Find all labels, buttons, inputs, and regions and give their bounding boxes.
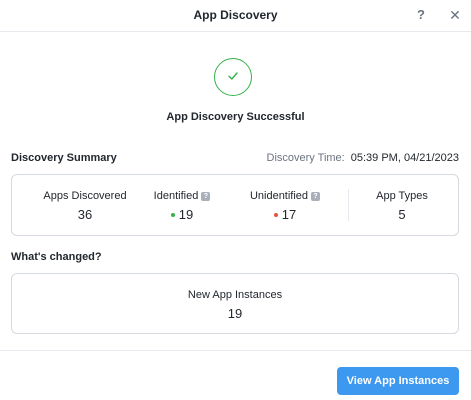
stat-label: App Types xyxy=(376,190,428,202)
close-icon[interactable]: ✕ xyxy=(446,6,464,24)
stat-app-types: App Types 5 xyxy=(350,190,454,222)
discovery-time-value: 05:39 PM, 04/21/2023 xyxy=(350,152,459,164)
app-discovery-dialog: App Discovery ? ✕ App Discovery Successf… xyxy=(0,0,471,400)
stat-label: Identified xyxy=(153,190,199,202)
stat-value: 5 xyxy=(398,207,406,222)
stat-label: Apps Discovered xyxy=(43,190,127,202)
dialog-title: App Discovery xyxy=(193,8,278,22)
info-icon[interactable]: ? xyxy=(311,192,321,201)
dialog-footer: View App Instances xyxy=(0,350,471,400)
view-app-instances-button[interactable]: View App Instances xyxy=(337,367,459,395)
stat-value: 19 xyxy=(178,207,194,222)
stat-value: 17 xyxy=(281,207,297,222)
discovery-time: Discovery Time: 05:39 PM, 04/21/2023 xyxy=(267,152,460,164)
stat-label: New App Instances xyxy=(187,289,283,301)
discovery-time-label: Discovery Time: xyxy=(266,152,345,164)
check-icon xyxy=(228,72,238,80)
stat-value: 19 xyxy=(227,306,243,321)
discovery-summary-title: Discovery Summary xyxy=(11,152,117,164)
success-check-icon xyxy=(214,58,252,96)
dialog-header: App Discovery ? ✕ xyxy=(0,0,471,32)
divider xyxy=(348,189,349,221)
whats-changed-card: New App Instances 19 xyxy=(11,273,459,334)
whats-changed-title: What's changed? xyxy=(11,251,102,263)
stat-label: Unidentified xyxy=(249,190,309,202)
stat-value: 36 xyxy=(77,207,93,222)
discovery-summary-card: Apps Discovered 36 Identified? 19 Uniden… xyxy=(11,174,459,236)
red-dot-icon xyxy=(273,213,278,217)
info-icon[interactable]: ? xyxy=(201,192,211,201)
stat-apps-discovered: Apps Discovered 36 xyxy=(30,190,140,222)
stat-new-app-instances: New App Instances 19 xyxy=(12,289,458,321)
success-message: App Discovery Successful xyxy=(166,111,305,123)
stat-unidentified: Unidentified? 17 xyxy=(230,190,340,222)
stat-identified: Identified? 19 xyxy=(142,190,222,222)
green-dot-icon xyxy=(170,213,175,217)
help-icon[interactable]: ? xyxy=(412,6,430,24)
